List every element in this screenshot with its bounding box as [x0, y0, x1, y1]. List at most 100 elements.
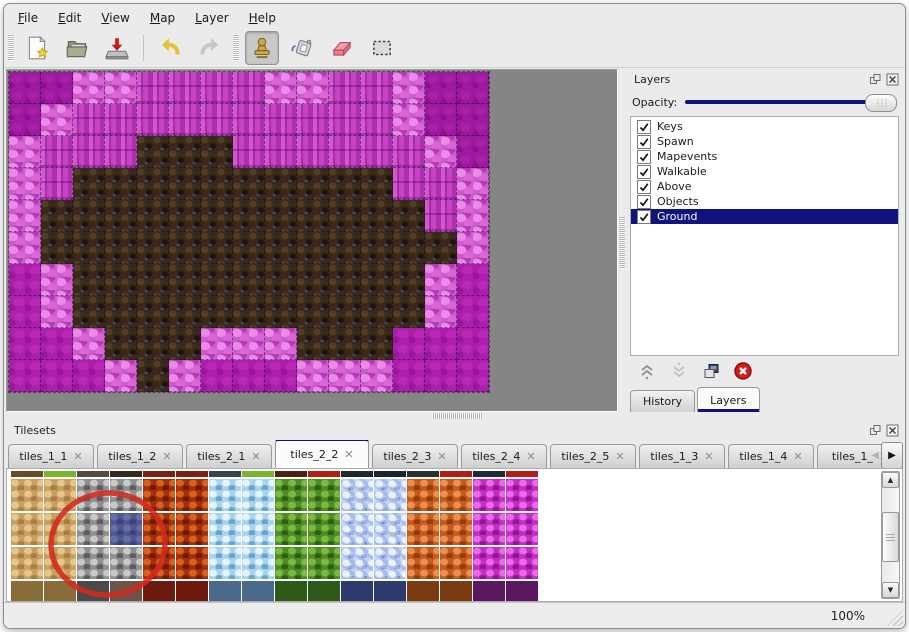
- map-tile[interactable]: [425, 264, 457, 296]
- float-tilesets-icon[interactable]: [869, 424, 882, 437]
- tile-partial-bottom[interactable]: [11, 581, 43, 602]
- tile-partial-top[interactable]: [506, 471, 538, 477]
- tile-partial-bottom[interactable]: [110, 581, 142, 602]
- map-tile[interactable]: [105, 72, 137, 104]
- map-tile[interactable]: [329, 136, 361, 168]
- tab-close-icon[interactable]: ✕: [526, 450, 535, 463]
- map-tile[interactable]: [105, 168, 137, 200]
- tileset-tile[interactable]: [506, 547, 538, 579]
- map-tile[interactable]: [425, 168, 457, 200]
- layer-row[interactable]: Mapevents: [631, 149, 898, 164]
- map-tile[interactable]: [105, 104, 137, 136]
- map-tile[interactable]: [297, 104, 329, 136]
- map-tile[interactable]: [297, 360, 329, 392]
- tile-partial-top[interactable]: [275, 471, 307, 477]
- tile-partial-top[interactable]: [209, 471, 241, 477]
- map-tile[interactable]: [73, 328, 105, 360]
- map-tile[interactable]: [41, 136, 73, 168]
- tileset-tile[interactable]: [242, 479, 274, 511]
- map-tile[interactable]: [137, 264, 169, 296]
- map-tile[interactable]: [457, 200, 489, 232]
- map-tile[interactable]: [169, 360, 201, 392]
- map-tile[interactable]: [329, 168, 361, 200]
- tileset-tile[interactable]: [275, 479, 307, 511]
- map-tile[interactable]: [329, 232, 361, 264]
- map-tile[interactable]: [457, 168, 489, 200]
- tileset-tile[interactable]: [374, 547, 406, 579]
- tileset-tile[interactable]: [473, 479, 505, 511]
- map-tile[interactable]: [73, 72, 105, 104]
- map-tile[interactable]: [265, 104, 297, 136]
- map-tile[interactable]: [297, 136, 329, 168]
- map-tile[interactable]: [233, 200, 265, 232]
- map-tile[interactable]: [201, 360, 233, 392]
- map-tile[interactable]: [137, 168, 169, 200]
- map-tile[interactable]: [297, 168, 329, 200]
- map-tile[interactable]: [201, 296, 233, 328]
- map-tile[interactable]: [361, 104, 393, 136]
- tile-partial-bottom[interactable]: [44, 581, 76, 602]
- map-tile[interactable]: [169, 104, 201, 136]
- map-tile[interactable]: [265, 168, 297, 200]
- map-tile[interactable]: [201, 136, 233, 168]
- map-tile[interactable]: [233, 360, 265, 392]
- tile-partial-top[interactable]: [308, 471, 340, 477]
- layer-visible-checkbox[interactable]: [637, 180, 651, 194]
- map-tile[interactable]: [201, 328, 233, 360]
- tileset-tile[interactable]: [242, 547, 274, 579]
- close-tilesets-icon[interactable]: [886, 424, 899, 437]
- map-tile[interactable]: [9, 232, 41, 264]
- map-tile[interactable]: [361, 136, 393, 168]
- tileset-tile[interactable]: [275, 547, 307, 579]
- map-tile[interactable]: [457, 232, 489, 264]
- map-tile[interactable]: [393, 328, 425, 360]
- scroll-up-icon[interactable]: ▲: [882, 472, 899, 488]
- tileset-tab-tiles_2_3[interactable]: tiles_2_3✕: [372, 444, 458, 468]
- map-view[interactable]: [6, 69, 618, 412]
- tab-close-icon[interactable]: ✕: [437, 450, 446, 463]
- map-tile[interactable]: [457, 296, 489, 328]
- tool-select[interactable]: [365, 31, 399, 65]
- map-tile[interactable]: [265, 264, 297, 296]
- lower-layer-button[interactable]: [668, 360, 690, 382]
- map-tile[interactable]: [457, 264, 489, 296]
- map-tile[interactable]: [361, 360, 393, 392]
- layer-row[interactable]: Keys: [631, 119, 898, 134]
- tileset-tile[interactable]: [176, 479, 208, 511]
- tile-partial-top[interactable]: [110, 471, 142, 477]
- map-tile[interactable]: [297, 296, 329, 328]
- map-tile[interactable]: [105, 328, 137, 360]
- toolbar-grip-2[interactable]: [233, 35, 239, 61]
- map-tile[interactable]: [425, 200, 457, 232]
- layer-row[interactable]: Ground: [631, 209, 898, 224]
- tile-partial-bottom[interactable]: [143, 581, 175, 602]
- map-tile[interactable]: [297, 72, 329, 104]
- map-tile[interactable]: [201, 72, 233, 104]
- map-tile[interactable]: [105, 136, 137, 168]
- map-tile[interactable]: [265, 136, 297, 168]
- map-tile[interactable]: [73, 360, 105, 392]
- map-tile[interactable]: [41, 328, 73, 360]
- tileset-tile[interactable]: [506, 513, 538, 545]
- float-panel-icon[interactable]: [869, 73, 882, 86]
- tileset-tile[interactable]: [440, 513, 472, 545]
- tool-fill[interactable]: [285, 31, 319, 65]
- tileset-tile[interactable]: [143, 513, 175, 545]
- map-tile[interactable]: [457, 328, 489, 360]
- layer-visible-checkbox[interactable]: [637, 165, 651, 179]
- opacity-slider[interactable]: [685, 93, 897, 111]
- layer-visible-checkbox[interactable]: [637, 195, 651, 209]
- tool-open[interactable]: [60, 31, 94, 65]
- tab-close-icon[interactable]: ✕: [162, 450, 171, 463]
- tileset-tile[interactable]: [374, 479, 406, 511]
- tileset-tile[interactable]: [209, 547, 241, 579]
- map-tile[interactable]: [457, 136, 489, 168]
- layer-visible-checkbox[interactable]: [637, 150, 651, 164]
- map-tile[interactable]: [457, 360, 489, 392]
- tool-save[interactable]: [100, 31, 134, 65]
- map-tile[interactable]: [425, 232, 457, 264]
- menu-map[interactable]: Map: [142, 9, 183, 27]
- tile-partial-bottom[interactable]: [209, 581, 241, 602]
- map-tile[interactable]: [105, 200, 137, 232]
- map-tile[interactable]: [201, 200, 233, 232]
